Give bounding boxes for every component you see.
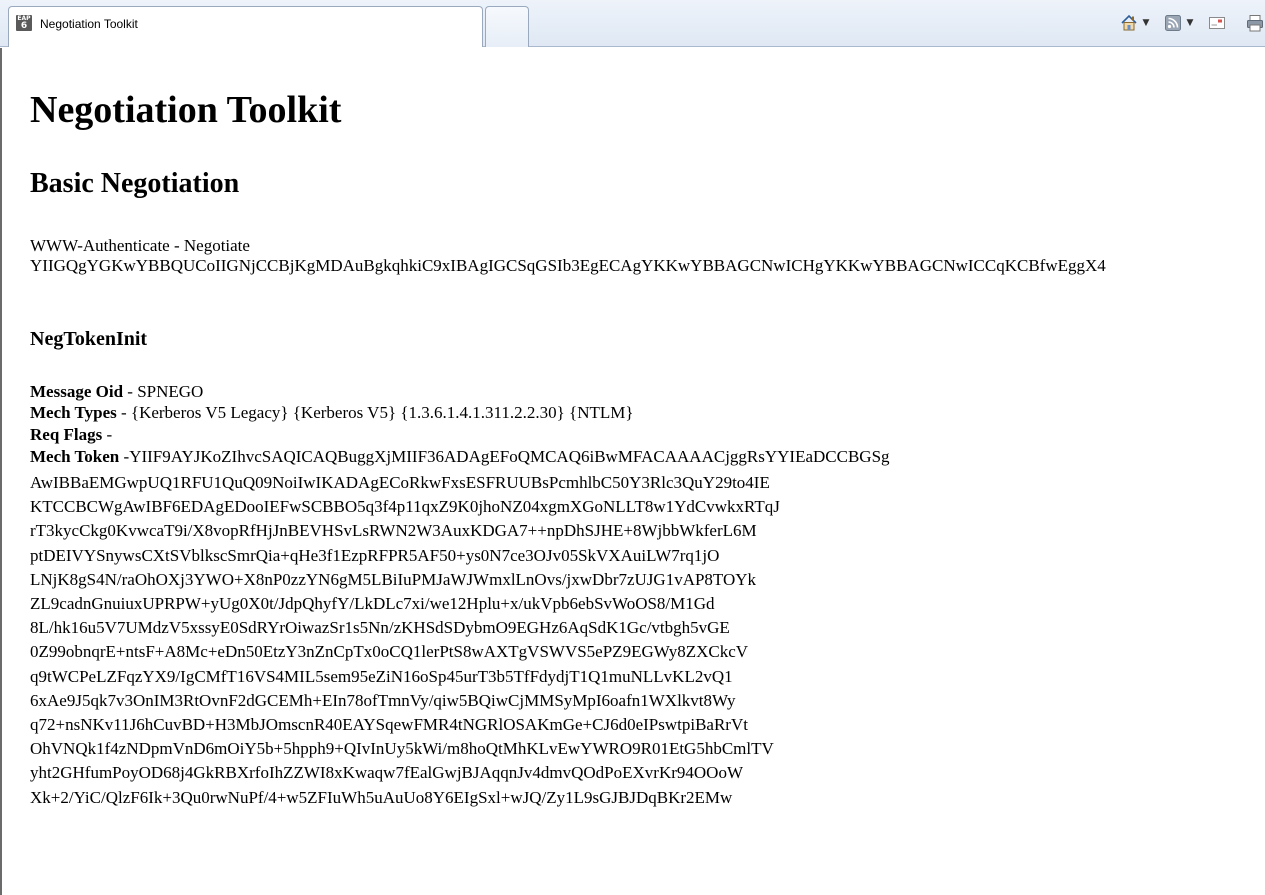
page-content: Negotiation Toolkit Basic Negotiation WW… [0, 48, 1265, 895]
mech-token-line: 0Z99obnqrE+ntsF+A8Mc+eDn50EtzY3nZnCpTx0o… [30, 642, 749, 662]
req-flags-row: Req Flags - [30, 425, 112, 445]
mech-token-line: KTCCBCWgAwIBF6EDAgEDooIEFwSCBBO5q3f4p11q… [30, 497, 780, 517]
mech-types-label: Mech Types [30, 403, 117, 422]
mech-token-label: Mech Token [30, 447, 120, 466]
mech-token-line: LNjK8gS4N/raOhOXj3YWO+X8nP0zzYN6gM5LBiIu… [30, 569, 757, 589]
mech-types-row: Mech Types - {Kerberos V5 Legacy} {Kerbe… [30, 403, 634, 423]
mech-token-line: rT3kycCkg0KvwcaT9i/X8vopRfHjJnBEVHSvLsRW… [30, 521, 757, 541]
tab-negotiation-toolkit[interactable]: EAP 6 Negotiation Toolkit [8, 6, 483, 47]
new-tab-button[interactable] [485, 6, 529, 47]
mech-token-line: ZL9cadnGnuiuxUPRPW+yUg0X0t/JdpQhyfY/LkDL… [30, 594, 715, 614]
feeds-dropdown-icon[interactable]: ▼ [1183, 13, 1197, 33]
command-bar: ▼ ▼ [1119, 12, 1265, 34]
message-oid-row: Message Oid - SPNEGO [30, 382, 203, 402]
home-icon[interactable] [1119, 13, 1139, 33]
negtokeninit-heading: NegTokenInit [30, 328, 148, 350]
mech-types-value: {Kerberos V5 Legacy} {Kerberos V5} {1.3.… [130, 403, 634, 422]
mech-token-line: yht2GHfumPoyOD68j4GkRBXrfoIhZZWI8xKwaqw7… [30, 763, 743, 783]
message-oid-label: Message Oid [30, 382, 124, 401]
print-icon[interactable] [1245, 13, 1265, 33]
mech-token-continuation: AwIBBaEMGwpUQ1RFU1QuQ09NoiIwIKADAgECoRkw… [30, 471, 780, 810]
mech-token-line: OhVNQk1f4zNDpmVnD6mOiY5b+5hpph9+QIvInUy5… [30, 739, 774, 759]
req-flags-label: Req Flags [30, 425, 103, 444]
mech-token-line: q9tWCPeLZFqzYX9/IgCMfT16VS4MIL5sem95eZiN… [30, 666, 733, 686]
mech-token-line: AwIBBaEMGwpUQ1RFU1QuQ09NoiIwIKADAgECoRkw… [30, 473, 770, 492]
mech-token-line: q72+nsNKv11J6hCuvBD+H3MbJOmscnR40EAYSqew… [30, 715, 748, 735]
www-authenticate-value: YIIGQgYGKwYBBQUCoIIGNjCCBjKgMDAuBgkqhkiC… [30, 256, 1106, 275]
home-dropdown-icon[interactable]: ▼ [1139, 13, 1153, 33]
browser-tab-strip: EAP 6 Negotiation Toolkit ▼ ▼ [0, 0, 1265, 47]
mail-dropdown-icon[interactable] [1227, 13, 1241, 33]
mech-types-sep: - [116, 403, 131, 422]
message-oid-value: SPNEGO [137, 382, 204, 401]
section-title: Basic Negotiation [30, 168, 240, 199]
mech-token-row: Mech Token -YIIF9AYJKoZIhvcSAQICAQBuggXj… [30, 447, 890, 467]
mech-token-sep: - [119, 447, 130, 466]
mech-token-value: YIIF9AYJKoZIhvcSAQICAQBuggXjMIIF36ADAgEF… [129, 447, 890, 466]
eap6-favicon-icon: EAP 6 [16, 15, 32, 31]
mech-token-line: Xk+2/YiC/QlzF6Ik+3Qu0rwNuPf/4+w5ZFIuWh5u… [30, 787, 733, 807]
mech-token-line: ptDEIVYSnywsCXtSVblkscSmrQia+qHe3f1EzpRF… [30, 545, 720, 565]
tab-title: Negotiation Toolkit [40, 17, 138, 31]
req-flags-sep: - [102, 425, 113, 444]
message-oid-sep: - [123, 382, 138, 401]
www-authenticate-header: WWW-Authenticate - Negotiate [30, 236, 250, 255]
page-title: Negotiation Toolkit [30, 89, 342, 131]
feeds-icon[interactable] [1163, 13, 1183, 33]
mech-token-line: 8L/hk16u5V7UMdzV5xssyE0SdRYrOiwazSr1s5Nn… [30, 618, 730, 638]
mech-token-line: 6xAe9J5qk7v3OnIM3RtOvnF2dGCEMh+EIn78ofTm… [30, 690, 736, 710]
mail-icon[interactable] [1207, 13, 1227, 33]
